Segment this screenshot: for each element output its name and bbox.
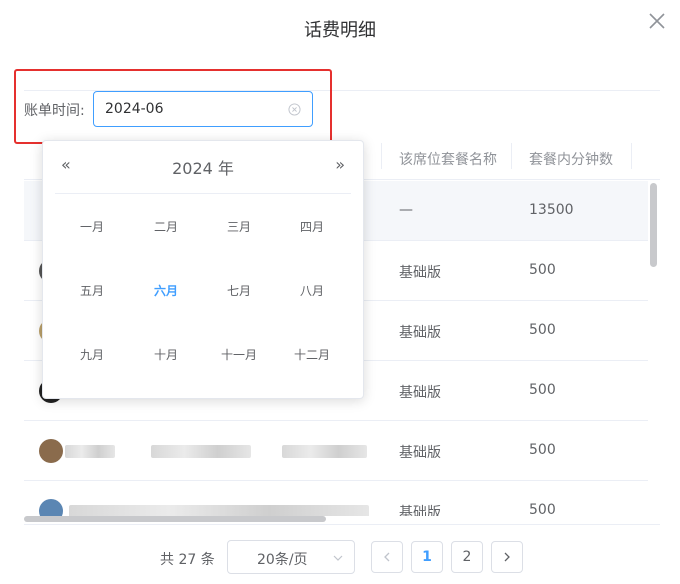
column-separator: [511, 143, 512, 169]
column-header-plan: 该席位套餐名称: [399, 152, 497, 168]
page-button-2[interactable]: 2: [451, 541, 483, 573]
column-separator: [631, 143, 632, 169]
month-cell-aug[interactable]: 八月: [282, 282, 342, 299]
plan-cell: 基础版: [399, 445, 441, 461]
page-size-select[interactable]: 20条/页: [227, 540, 355, 574]
plan-cell: —: [399, 202, 413, 218]
month-cell-jan[interactable]: 一月: [62, 218, 122, 235]
close-button[interactable]: [646, 10, 668, 32]
column-separator: [381, 143, 382, 169]
month-picker-popup: « 2024 年 » 一月 二月 三月 四月 五月 六月 七月 八月 九月 十月…: [42, 140, 364, 399]
month-cell-mar[interactable]: 三月: [209, 218, 269, 235]
prev-page-button[interactable]: [371, 541, 403, 573]
month-cell-jun[interactable]: 六月: [136, 282, 196, 299]
close-icon: [649, 13, 665, 29]
redacted-text: [69, 505, 369, 516]
page-size-value: 20条/页: [257, 552, 308, 568]
divider: [24, 524, 660, 525]
annotation-highlight-box: [14, 69, 332, 144]
page-button-1[interactable]: 1: [411, 541, 443, 573]
vertical-scrollbar[interactable]: [650, 183, 657, 267]
table-row[interactable]: 基础版 500: [24, 481, 648, 516]
chevron-left-icon: [384, 552, 390, 562]
chevron-down-icon: [333, 555, 343, 561]
month-cell-sep[interactable]: 九月: [62, 346, 122, 363]
next-year-button[interactable]: »: [335, 155, 345, 174]
month-cell-nov[interactable]: 十一月: [209, 346, 269, 363]
redacted-text: [282, 445, 367, 458]
minutes-cell: 500: [529, 382, 556, 398]
month-cell-jul[interactable]: 七月: [209, 282, 269, 299]
redacted-text: [151, 445, 251, 458]
horizontal-scrollbar[interactable]: [24, 516, 326, 522]
picker-year-label[interactable]: 2024 年: [43, 155, 363, 179]
dialog-header: 话费明细: [0, 0, 680, 56]
minutes-cell: 13500: [529, 202, 574, 218]
plan-cell: 基础版: [399, 385, 441, 401]
avatar: [39, 499, 63, 516]
plan-cell: 基础版: [399, 505, 441, 516]
total-count: 共 27 条: [160, 552, 215, 568]
redacted-name: [65, 445, 115, 458]
table-row[interactable]: 基础版 500: [24, 421, 648, 481]
plan-cell: 基础版: [399, 325, 441, 341]
minutes-cell: 500: [529, 262, 556, 278]
month-cell-may[interactable]: 五月: [62, 282, 122, 299]
month-cell-dec[interactable]: 十二月: [282, 346, 342, 363]
dialog-title: 话费明细: [304, 20, 376, 41]
month-cell-feb[interactable]: 二月: [136, 218, 196, 235]
month-cell-apr[interactable]: 四月: [282, 218, 342, 235]
avatar: [39, 439, 63, 463]
minutes-cell: 500: [529, 502, 556, 516]
divider: [55, 193, 351, 194]
minutes-cell: 500: [529, 442, 556, 458]
column-header-minutes: 套餐内分钟数: [529, 152, 613, 168]
chevron-right-icon: [504, 552, 510, 562]
next-page-button[interactable]: [491, 541, 523, 573]
month-cell-oct[interactable]: 十月: [136, 346, 196, 363]
plan-cell: 基础版: [399, 265, 441, 281]
minutes-cell: 500: [529, 322, 556, 338]
